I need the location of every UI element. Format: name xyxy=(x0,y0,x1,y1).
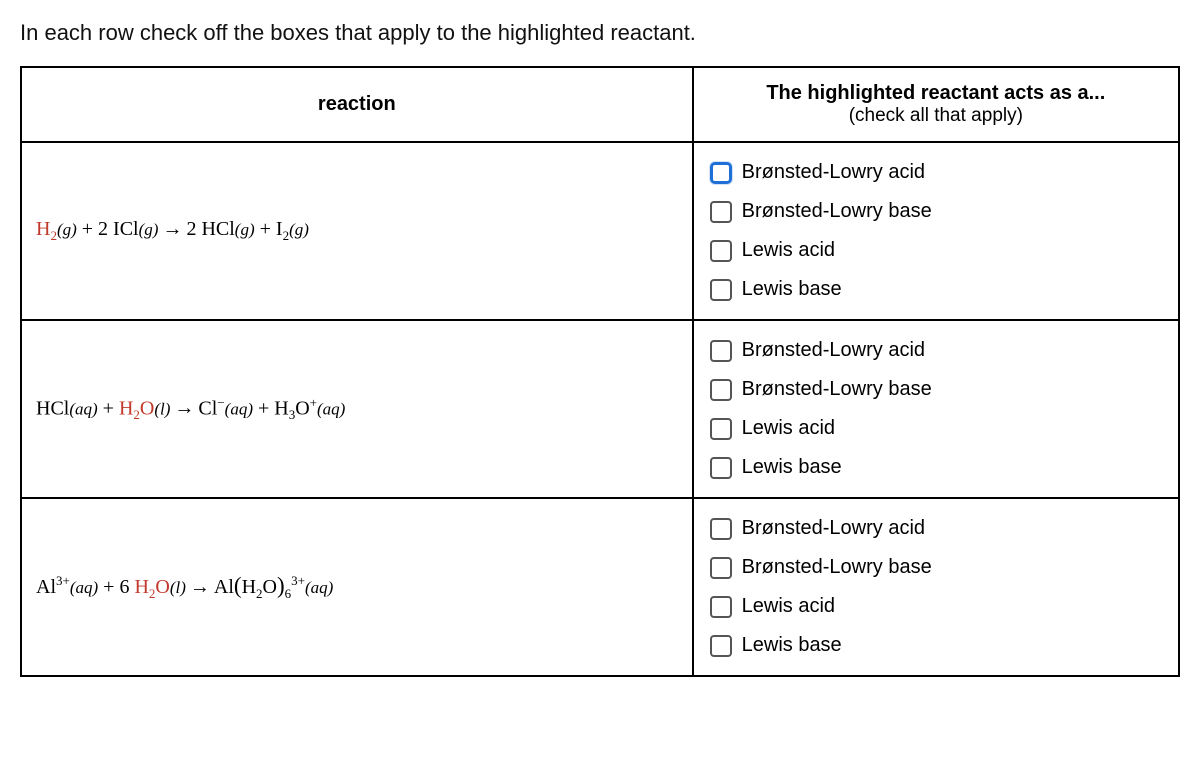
option-bl-base[interactable]: Brønsted-Lowry base xyxy=(708,192,1164,231)
option-label: Lewis acid xyxy=(742,595,835,618)
option-label: Lewis acid xyxy=(742,239,835,262)
reaction-cell-2: HCl(aq) + H2O(l) → Cl−(aq) + H3O+(aq) xyxy=(21,320,693,498)
options-cell-2: Brønsted-Lowry acid Brønsted-Lowry base … xyxy=(693,320,1179,498)
checkbox-icon[interactable] xyxy=(710,457,732,479)
option-label: Brønsted-Lowry acid xyxy=(742,161,925,184)
option-bl-acid[interactable]: Brønsted-Lowry acid xyxy=(708,153,1164,192)
checkbox-icon[interactable] xyxy=(710,635,732,657)
options-cell-3: Brønsted-Lowry acid Brønsted-Lowry base … xyxy=(693,498,1179,676)
option-label: Brønsted-Lowry acid xyxy=(742,339,925,362)
option-label: Brønsted-Lowry base xyxy=(742,200,932,223)
option-label: Brønsted-Lowry base xyxy=(742,556,932,579)
option-lewis-base[interactable]: Lewis base xyxy=(708,626,1164,665)
option-bl-acid[interactable]: Brønsted-Lowry acid xyxy=(708,509,1164,548)
option-lewis-acid[interactable]: Lewis acid xyxy=(708,231,1164,270)
reaction-cell-3: Al3+(aq) + 6 H2O(l) → Al(H2O)63+(aq) xyxy=(21,498,693,676)
header-acts-as: The highlighted reactant acts as a... (c… xyxy=(693,67,1179,142)
option-bl-acid[interactable]: Brønsted-Lowry acid xyxy=(708,331,1164,370)
checkbox-icon[interactable] xyxy=(710,557,732,579)
instruction-text: In each row check off the boxes that app… xyxy=(20,20,1180,46)
checkbox-icon[interactable] xyxy=(710,379,732,401)
checkbox-icon[interactable] xyxy=(710,518,732,540)
checkbox-icon[interactable] xyxy=(710,340,732,362)
option-bl-base[interactable]: Brønsted-Lowry base xyxy=(708,370,1164,409)
reaction-table: reaction The highlighted reactant acts a… xyxy=(20,66,1180,677)
checkbox-icon[interactable] xyxy=(710,162,732,184)
option-lewis-acid[interactable]: Lewis acid xyxy=(708,409,1164,448)
option-label: Brønsted-Lowry base xyxy=(742,378,932,401)
table-row: HCl(aq) + H2O(l) → Cl−(aq) + H3O+(aq) Br… xyxy=(21,320,1179,498)
option-label: Lewis acid xyxy=(742,417,835,440)
option-label: Brønsted-Lowry acid xyxy=(742,517,925,540)
option-label: Lewis base xyxy=(742,278,842,301)
header-reaction: reaction xyxy=(21,67,693,142)
table-row: Al3+(aq) + 6 H2O(l) → Al(H2O)63+(aq) Brø… xyxy=(21,498,1179,676)
reaction-cell-1: H2(g) + 2 ICl(g) → 2 HCl(g) + I2(g) xyxy=(21,142,693,320)
checkbox-icon[interactable] xyxy=(710,240,732,262)
checkbox-icon[interactable] xyxy=(710,279,732,301)
option-label: Lewis base xyxy=(742,634,842,657)
option-lewis-base[interactable]: Lewis base xyxy=(708,270,1164,309)
option-lewis-base[interactable]: Lewis base xyxy=(708,448,1164,487)
table-row: H2(g) + 2 ICl(g) → 2 HCl(g) + I2(g) Brøn… xyxy=(21,142,1179,320)
checkbox-icon[interactable] xyxy=(710,596,732,618)
options-cell-1: Brønsted-Lowry acid Brønsted-Lowry base … xyxy=(693,142,1179,320)
checkbox-icon[interactable] xyxy=(710,201,732,223)
option-bl-base[interactable]: Brønsted-Lowry base xyxy=(708,548,1164,587)
option-label: Lewis base xyxy=(742,456,842,479)
checkbox-icon[interactable] xyxy=(710,418,732,440)
option-lewis-acid[interactable]: Lewis acid xyxy=(708,587,1164,626)
